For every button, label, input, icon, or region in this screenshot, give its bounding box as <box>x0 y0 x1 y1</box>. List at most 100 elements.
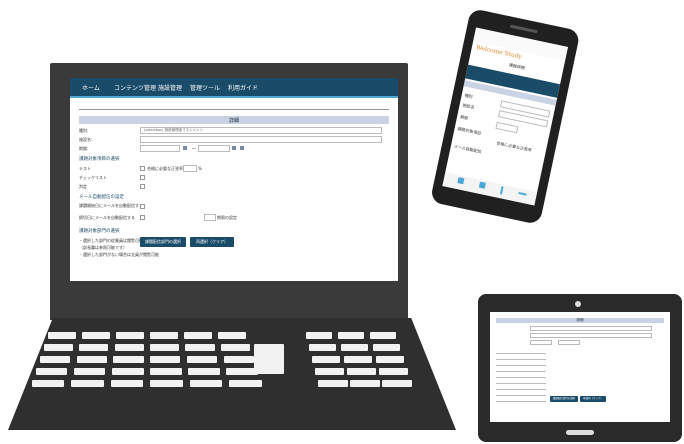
keyboard-key <box>350 380 380 387</box>
keyboard-key <box>113 356 144 363</box>
select-dept-button[interactable]: 課題配信部門の選択 <box>140 237 186 247</box>
keyboard-key <box>220 344 250 351</box>
phone-body: Welcome Study 課題詳細 種別 施設名 期間 課題対象項目 合格に必… <box>429 8 581 225</box>
keyboard-key <box>312 356 340 363</box>
phone-row-label: 施設名 <box>462 102 475 110</box>
phone-row-value: 合格に必要な正答率 <box>496 140 533 153</box>
keyboard-key <box>48 332 76 339</box>
period-label: 期間: <box>79 146 89 151</box>
keyboard-key <box>185 344 215 351</box>
name-label: 施設名: <box>79 137 93 142</box>
tablet-clear-button[interactable]: 再選択（クリア） <box>580 396 606 402</box>
keyboard-key <box>341 344 368 351</box>
test-checkbox[interactable] <box>140 166 145 171</box>
phone-row-label: 種別 <box>464 92 474 100</box>
keyboard-key <box>347 368 376 375</box>
period-start-field[interactable] <box>140 145 180 152</box>
category-label: 種別: <box>79 128 89 133</box>
keyboard-key <box>229 380 262 387</box>
navbar: ホーム コンテンツ管理 施設管理 管理ツール 利用ガイド <box>70 78 398 98</box>
keyboard-key <box>306 332 332 339</box>
keyboard-key <box>315 368 344 375</box>
keyboard <box>32 332 418 392</box>
dept-heading: 課題対象部門の選択 <box>79 229 120 234</box>
home-icon[interactable] <box>457 177 465 185</box>
tablet-select[interactable] <box>530 326 652 331</box>
keyboard-key <box>116 332 144 339</box>
phone-bottom-bar <box>442 172 538 206</box>
phone-row-label: 課題対象項目 <box>457 125 482 136</box>
laptop-screen: ホーム コンテンツ管理 施設管理 管理ツール 利用ガイド 詳細 種別: (sel… <box>70 78 398 281</box>
nav-guide[interactable]: 利用ガイド <box>228 83 258 92</box>
section-title: 詳細 <box>228 118 239 124</box>
judge-checkbox[interactable] <box>140 184 145 189</box>
check-label-judge: 判定 <box>79 184 87 189</box>
keyboard-key <box>338 332 364 339</box>
pass-rate-field[interactable] <box>183 165 197 172</box>
name-field[interactable] <box>140 136 382 143</box>
keyboard-key <box>150 368 182 375</box>
phone-field[interactable] <box>495 121 519 134</box>
pass-rate-label: 合格に必要な正答率 <box>147 166 183 171</box>
phone-row-label: 期間 <box>459 114 469 121</box>
tablet: 詳細 課題配信部門の選択 再選択（クリア） <box>478 294 682 442</box>
nav-facility[interactable]: 施設管理 <box>158 83 182 92</box>
check-label-test: テスト <box>79 166 91 171</box>
calendar-icon[interactable] <box>232 146 236 150</box>
dept-note: ・選択した部門の従業員は閲覧可能 <box>79 238 143 243</box>
clear-button[interactable]: 再選択（クリア） <box>190 237 234 247</box>
keyboard-key <box>40 356 71 363</box>
mail-start-label: 課題開始日にメールを自動配信する <box>79 203 143 208</box>
tablet-select-dept-button[interactable]: 課題配信部門の選択 <box>550 396 578 402</box>
keyboard-key <box>318 380 348 387</box>
period-end-field[interactable] <box>198 145 230 152</box>
nav-content[interactable]: コンテンツ管理 <box>114 83 156 92</box>
laptop-bezel <box>50 285 408 320</box>
enter-key <box>254 344 284 374</box>
mail-start-checkbox[interactable] <box>140 204 145 209</box>
calendar-icon[interactable] <box>240 146 244 150</box>
keyboard-key <box>79 344 109 351</box>
tablet-camera <box>575 301 581 307</box>
mail-heading: メール自動配信の設定 <box>79 195 124 200</box>
keyboard-key <box>44 344 74 351</box>
percent-unit: % <box>198 166 202 171</box>
tablet-field[interactable] <box>558 340 580 345</box>
phone-speaker <box>509 24 538 34</box>
keyboard-key <box>112 368 144 375</box>
tablet-field[interactable] <box>530 333 652 338</box>
category-select[interactable]: (selectbox) 施設管理者マネジメント <box>140 127 382 134</box>
phone: Welcome Study 課題詳細 種別 施設名 期間 課題対象項目 合格に必… <box>429 6 599 226</box>
mail-deadline-label: 締切日にメールを自動配信する <box>79 215 135 220</box>
dept-note: ・選択した部門がない場合は全員が閲覧可能 <box>79 252 159 257</box>
tablet-labels <box>496 350 546 402</box>
tablet-section-title: 詳細 <box>576 318 584 322</box>
deadline-setting-label: 期限の設定 <box>217 215 237 220</box>
nav-home[interactable]: ホーム <box>82 83 100 92</box>
keyboard-key <box>150 344 180 351</box>
tablet-home-button[interactable] <box>566 430 594 435</box>
deadline-field[interactable] <box>204 214 216 221</box>
section-header: 詳細 <box>79 116 389 124</box>
checklist-checkbox[interactable] <box>140 175 145 180</box>
keyboard-key <box>74 368 106 375</box>
book-icon[interactable] <box>478 181 486 189</box>
keyboard-key <box>71 380 104 387</box>
keyboard-key <box>376 356 404 363</box>
phone-row-label: メール自動配信 <box>453 143 482 155</box>
keyboard-key <box>114 344 144 351</box>
keyboard-key <box>309 344 336 351</box>
keyboard-key <box>110 380 144 387</box>
tablet-screen: 詳細 課題配信部門の選択 再選択（クリア） <box>490 312 670 422</box>
nav-tools[interactable]: 管理ツール <box>190 83 220 92</box>
mail-deadline-checkbox[interactable] <box>140 215 145 220</box>
period-separator: 〜 <box>192 146 196 151</box>
keyboard-key <box>186 356 218 363</box>
tablet-field[interactable] <box>530 340 552 345</box>
keyboard-key <box>379 368 408 375</box>
calendar-icon[interactable] <box>183 146 187 150</box>
keyboard-key <box>150 332 178 339</box>
tablet-section-header: 詳細 <box>496 318 664 323</box>
keyboard-key <box>373 344 400 351</box>
check-label-checklist: チェックリスト <box>79 175 107 180</box>
